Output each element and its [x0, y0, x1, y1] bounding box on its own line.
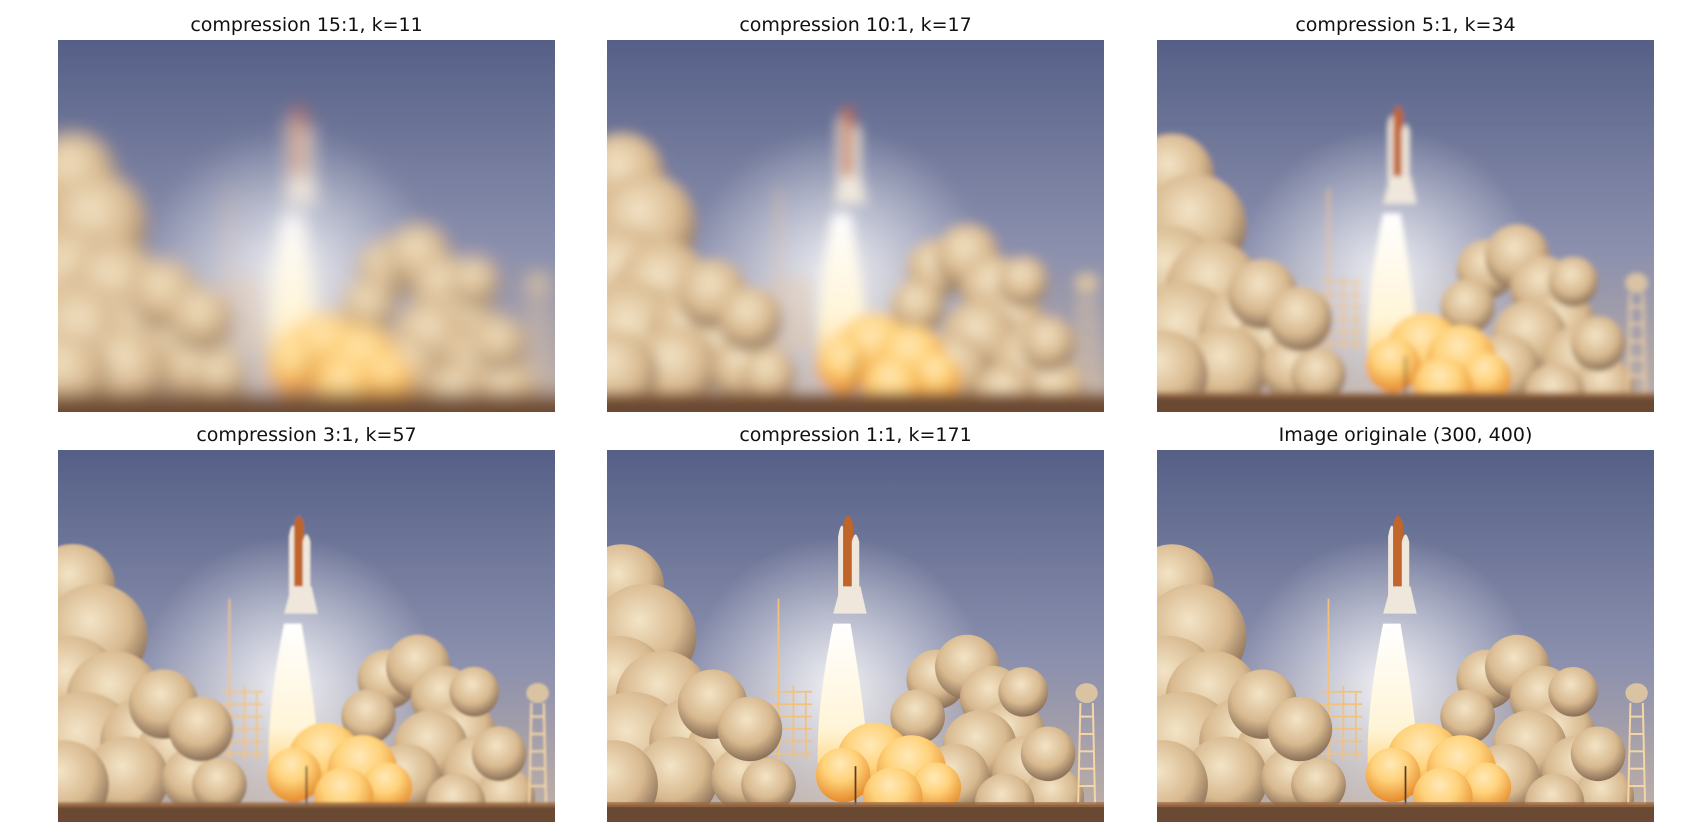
panel-title: compression 1:1, k=171 — [739, 424, 972, 446]
panel-title: compression 3:1, k=57 — [196, 424, 417, 446]
shuttle-launch-image — [1157, 40, 1654, 412]
shuttle-launch-image — [607, 450, 1104, 822]
shuttle-launch-image — [607, 40, 1104, 412]
panel-title: compression 10:1, k=17 — [739, 14, 972, 36]
panel-title: Image originale (300, 400) — [1278, 424, 1533, 446]
panel-title: compression 15:1, k=11 — [190, 14, 423, 36]
panel-title: compression 5:1, k=34 — [1295, 14, 1516, 36]
shuttle-launch-image — [58, 40, 555, 412]
shuttle-launch-image — [1157, 450, 1654, 822]
shuttle-launch-image — [58, 450, 555, 822]
